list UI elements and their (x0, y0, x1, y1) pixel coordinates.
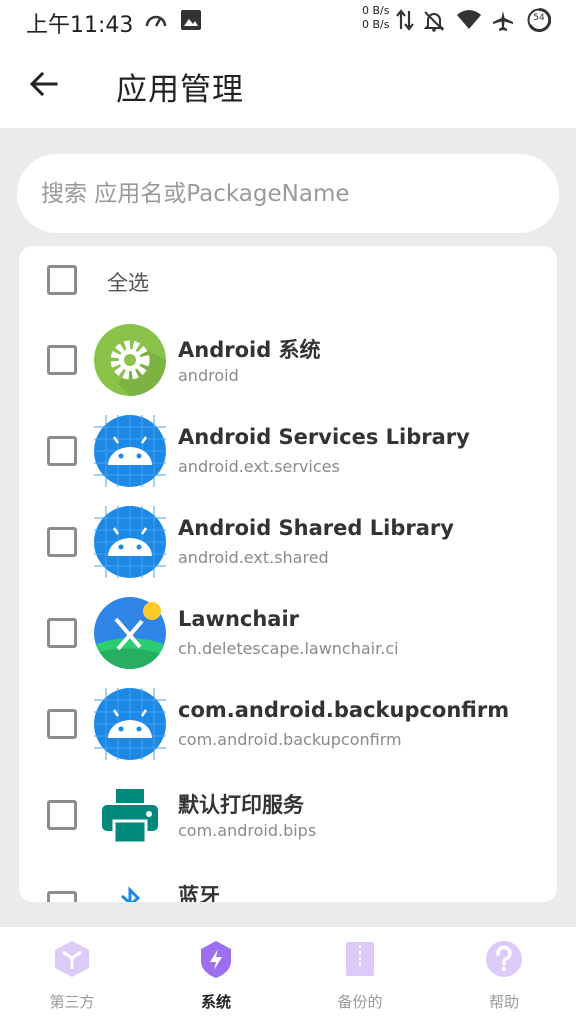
list-item[interactable]: 默认打印服务 com.android.bips (19, 769, 557, 860)
app-package: android.ext.services (178, 457, 340, 476)
status-time: 上午11:43 (26, 13, 134, 38)
app-checkbox[interactable] (47, 800, 77, 830)
select-all-label: 全选 (107, 271, 149, 295)
app-checkbox[interactable] (47, 345, 77, 375)
list-item[interactable]: com.android.backupconfirm com.android.ba… (19, 678, 557, 769)
nav-label: 系统 (200, 993, 231, 1011)
app-package: com.android.backupconfirm (178, 730, 402, 749)
nav-label: 备份的 (337, 993, 383, 1011)
wifi-icon (456, 9, 482, 35)
list-item[interactable]: Lawnchair ch.deletescape.lawnchair.ci (19, 587, 557, 678)
notifications-off-icon (422, 9, 446, 37)
battery-level: 54 (533, 13, 545, 23)
app-name: Android Services Library (178, 425, 470, 449)
app-name: Android Shared Library (178, 516, 454, 540)
nav-tab-backup[interactable]: 备份的 (300, 939, 420, 1019)
select-all-row[interactable]: 全选 (19, 246, 557, 314)
nav-tab-third-party[interactable]: 第三方 (12, 939, 132, 1019)
system-bolt-shield-icon (201, 941, 231, 978)
app-checkbox[interactable] (47, 891, 77, 902)
settings-gear-icon (94, 324, 166, 396)
nav-label: 第三方 (49, 993, 95, 1011)
app-name: 默认打印服务 (178, 793, 304, 817)
nav-tab-system[interactable]: 系统 (156, 939, 276, 1019)
nav-label: 帮助 (488, 993, 519, 1011)
printer-icon (102, 789, 158, 845)
app-name: Android 系统 (178, 338, 321, 362)
back-button[interactable] (22, 64, 66, 104)
status-bar: 上午11:43 0 B/s 0 B/s 54 (0, 0, 576, 40)
lawnchair-icon (94, 597, 166, 669)
app-name: 蓝牙 (178, 884, 220, 902)
app-package: android (178, 366, 239, 385)
page-title: 应用管理 (116, 72, 244, 108)
app-package: android.ext.shared (178, 548, 329, 567)
nav-tab-help[interactable]: 帮助 (444, 939, 564, 1019)
search-box[interactable] (17, 154, 559, 233)
list-item[interactable]: Android Services Library android.ext.ser… (19, 405, 557, 496)
bluetooth-icon (121, 886, 141, 902)
app-checkbox[interactable] (47, 618, 77, 648)
android-robot-icon (94, 415, 166, 487)
data-transfer-icon (396, 7, 414, 37)
list-item[interactable]: Android Shared Library android.ext.share… (19, 496, 557, 587)
app-name: com.android.backupconfirm (178, 698, 510, 722)
app-checkbox[interactable] (47, 436, 77, 466)
list-item[interactable]: Android 系统 android (19, 314, 557, 405)
search-input[interactable] (17, 154, 559, 233)
net-down-speed: 0 B/s (362, 18, 390, 31)
list-item[interactable]: 蓝牙 (19, 860, 557, 902)
help-question-icon (486, 941, 522, 977)
app-package: com.android.bips (178, 821, 317, 840)
airplane-mode-icon (491, 9, 515, 37)
backup-archive-icon (346, 942, 374, 976)
app-checkbox[interactable] (47, 527, 77, 557)
bottom-navigation: 第三方 系统 备份的 帮助 (0, 927, 576, 1024)
android-robot-icon (94, 506, 166, 578)
image-icon (180, 9, 202, 35)
third-party-cube-icon (55, 941, 89, 977)
network-speed: 0 B/s 0 B/s (362, 4, 389, 32)
app-checkbox[interactable] (47, 709, 77, 739)
android-robot-icon (94, 688, 166, 760)
speedometer-icon (144, 9, 168, 35)
app-name: Lawnchair (178, 607, 300, 631)
app-bar: 应用管理 (0, 40, 576, 128)
battery-icon: 54 (527, 7, 552, 36)
app-package: ch.deletescape.lawnchair.ci (178, 639, 399, 658)
net-up-speed: 0 B/s (362, 4, 390, 17)
app-list: 全选 Android 系统 android Android Services L… (19, 246, 557, 902)
arrow-left-icon (29, 71, 58, 97)
select-all-checkbox[interactable] (47, 265, 77, 295)
